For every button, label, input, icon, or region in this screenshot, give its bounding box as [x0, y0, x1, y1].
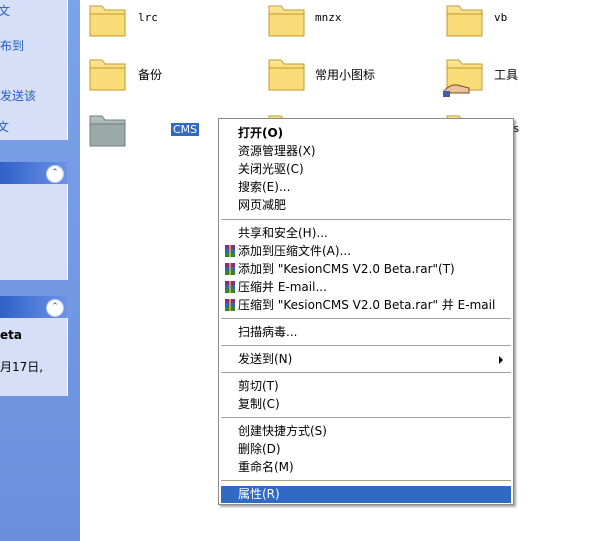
menu-item-search[interactable]: 搜索(E)...: [221, 179, 511, 196]
menu-separator: [221, 372, 511, 373]
folder-icon: [89, 59, 126, 91]
menu-separator: [221, 417, 511, 418]
pane-link-publish[interactable]: 布到: [0, 37, 25, 54]
menu-item-open[interactable]: 打开(O): [221, 125, 511, 142]
folder-label: lrc: [138, 11, 158, 24]
folder-label: vb: [494, 11, 508, 24]
folder-icon: [89, 5, 126, 37]
winrar-icon: [225, 245, 235, 257]
menu-item-sharing-security[interactable]: 共享和安全(H)...: [221, 225, 511, 242]
pane-link-partial-1[interactable]: 文: [0, 2, 11, 19]
menu-item-copy[interactable]: 复制(C): [221, 396, 511, 413]
folder-icon: [268, 5, 305, 37]
pane-link-partial-2[interactable]: 文: [0, 118, 10, 135]
menu-item-compress-to-rar-email[interactable]: 压缩到 "KesionCMS V2.0 Beta.rar" 并 E-mail: [221, 297, 511, 314]
context-menu: 打开(O) 资源管理器(X) 关闭光驱(C) 搜索(E)... 网页减肥 共享和…: [218, 118, 514, 505]
menu-item-close-drive[interactable]: 关闭光驱(C): [221, 161, 511, 178]
pane-section-details-body: eta 月17日,: [0, 318, 68, 396]
menu-item-send-to[interactable]: 发送到(N): [221, 351, 511, 368]
menu-item-explorer[interactable]: 资源管理器(X): [221, 143, 511, 160]
details-date: 月17日,: [0, 360, 44, 374]
menu-item-properties[interactable]: 属性(R): [221, 486, 511, 503]
menu-item-scan-virus[interactable]: 扫描病毒...: [221, 324, 511, 341]
folder-label: 常用小图标: [315, 68, 376, 82]
winrar-icon: [225, 263, 235, 275]
menu-item-create-shortcut[interactable]: 创建快捷方式(S): [221, 423, 511, 440]
menu-item-web-slim[interactable]: 网页减肥: [221, 197, 511, 214]
shared-folder-icon: [443, 59, 483, 97]
menu-separator: [221, 345, 511, 346]
collapse-chevron-icon[interactable]: ⌃: [46, 299, 64, 317]
winrar-icon: [225, 281, 235, 293]
menu-item-compress-email[interactable]: 压缩并 E-mail...: [221, 279, 511, 296]
menu-separator: [221, 318, 511, 319]
folder-label: mnzx: [315, 11, 342, 24]
menu-item-delete[interactable]: 删除(D): [221, 441, 511, 458]
folder-label: 备份: [138, 68, 163, 82]
winrar-icon: [225, 299, 235, 311]
pane-section-file-tasks: 文 布到 发送该 文: [0, 0, 68, 140]
task-pane: 文 布到 发送该 文 ⌃ ⌃ eta 月17日,: [0, 0, 80, 541]
submenu-arrow-icon: [499, 356, 503, 364]
folder-icon: [89, 115, 126, 147]
menu-item-add-to-archive[interactable]: 添加到压缩文件(A)...: [221, 243, 511, 260]
pane-link-send[interactable]: 发送该: [0, 87, 37, 104]
menu-item-rename[interactable]: 重命名(M): [221, 459, 511, 476]
pane-section-header-details[interactable]: ⌃: [0, 296, 67, 318]
collapse-chevron-icon[interactable]: ⌃: [46, 165, 64, 183]
menu-item-cut[interactable]: 剪切(T): [221, 378, 511, 395]
folder-label: CMS: [169, 122, 201, 137]
folder-label: 工具: [494, 68, 519, 82]
folder-icon: [268, 59, 305, 91]
pane-section-header-2[interactable]: ⌃: [0, 162, 67, 184]
menu-item-add-to-rar[interactable]: 添加到 "KesionCMS V2.0 Beta.rar"(T): [221, 261, 511, 278]
folder-icon: [446, 5, 483, 37]
menu-separator: [221, 219, 511, 220]
pane-section-2-body: [0, 184, 68, 280]
details-name: eta: [0, 328, 22, 342]
menu-separator: [221, 480, 511, 481]
